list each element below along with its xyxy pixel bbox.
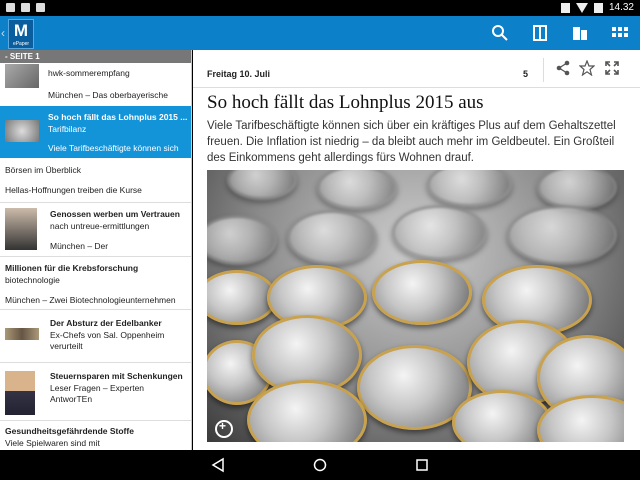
star-icon[interactable] [579, 60, 595, 76]
clock: 14.32 [608, 2, 634, 13]
article-lead: Viele Tarifbeschäftigte können sich über… [207, 120, 616, 164]
grid-icon[interactable] [610, 23, 630, 43]
article-view: Freitag 10. Juli 5 So hoch fällt das Loh… [193, 50, 640, 450]
zoom-icon[interactable]: + [215, 419, 233, 438]
system-navigation-bar [0, 450, 640, 480]
article-photo[interactable]: + [207, 170, 624, 442]
bluetooth-icon [560, 2, 570, 13]
list-item[interactable]: hwk-sommerempfang München – Das oberbaye… [0, 63, 191, 106]
wifi-icon [575, 2, 588, 13]
battery-icon [593, 2, 603, 13]
list-item[interactable]: Der Absturz der Edelbanker Ex-Chefs von … [0, 316, 191, 352]
back-arrow-icon[interactable]: ‹ [1, 26, 5, 40]
home-icon[interactable] [312, 457, 328, 473]
page-number: 5 [523, 69, 529, 79]
section-header: - SEITE 1 [0, 50, 191, 63]
app-logo[interactable]: M ePaper [8, 19, 34, 49]
article-headline: So hoch fällt das Lohnplus 2015 aus [207, 92, 484, 113]
list-item[interactable]: Börsen im Überblick [0, 165, 191, 179]
list-item[interactable]: Millionen für die Krebsforschung biotech… [0, 262, 191, 310]
pages-icon[interactable] [570, 23, 590, 43]
search-icon[interactable] [490, 23, 510, 43]
list-item-selected[interactable]: So hoch fällt das Lohnplus 2015 ... Tari… [0, 106, 191, 158]
page-layout-icon[interactable] [530, 23, 550, 43]
notification-icons [6, 3, 45, 12]
app-bar: ‹ M ePaper [0, 16, 640, 50]
fullscreen-icon[interactable] [604, 60, 620, 76]
recents-icon[interactable] [414, 457, 430, 473]
issue-date: Freitag 10. Juli [207, 69, 271, 79]
back-icon[interactable] [210, 457, 226, 473]
status-bar: 14.32 [0, 0, 640, 16]
list-item[interactable]: Hellas-Hoffnungen treiben die Kurse [0, 185, 191, 199]
list-item[interactable]: Genossen werben um Vertrauen nach untreu… [0, 206, 191, 252]
list-item[interactable]: Gesundheitsgefährdende Stoffe Viele Spie… [0, 425, 191, 450]
share-icon[interactable] [555, 60, 571, 76]
list-item[interactable]: Steuernsparen mit Schenkungen Leser Frag… [0, 368, 191, 416]
article-list: - SEITE 1 hwk-sommerempfang München – Da… [0, 50, 192, 450]
